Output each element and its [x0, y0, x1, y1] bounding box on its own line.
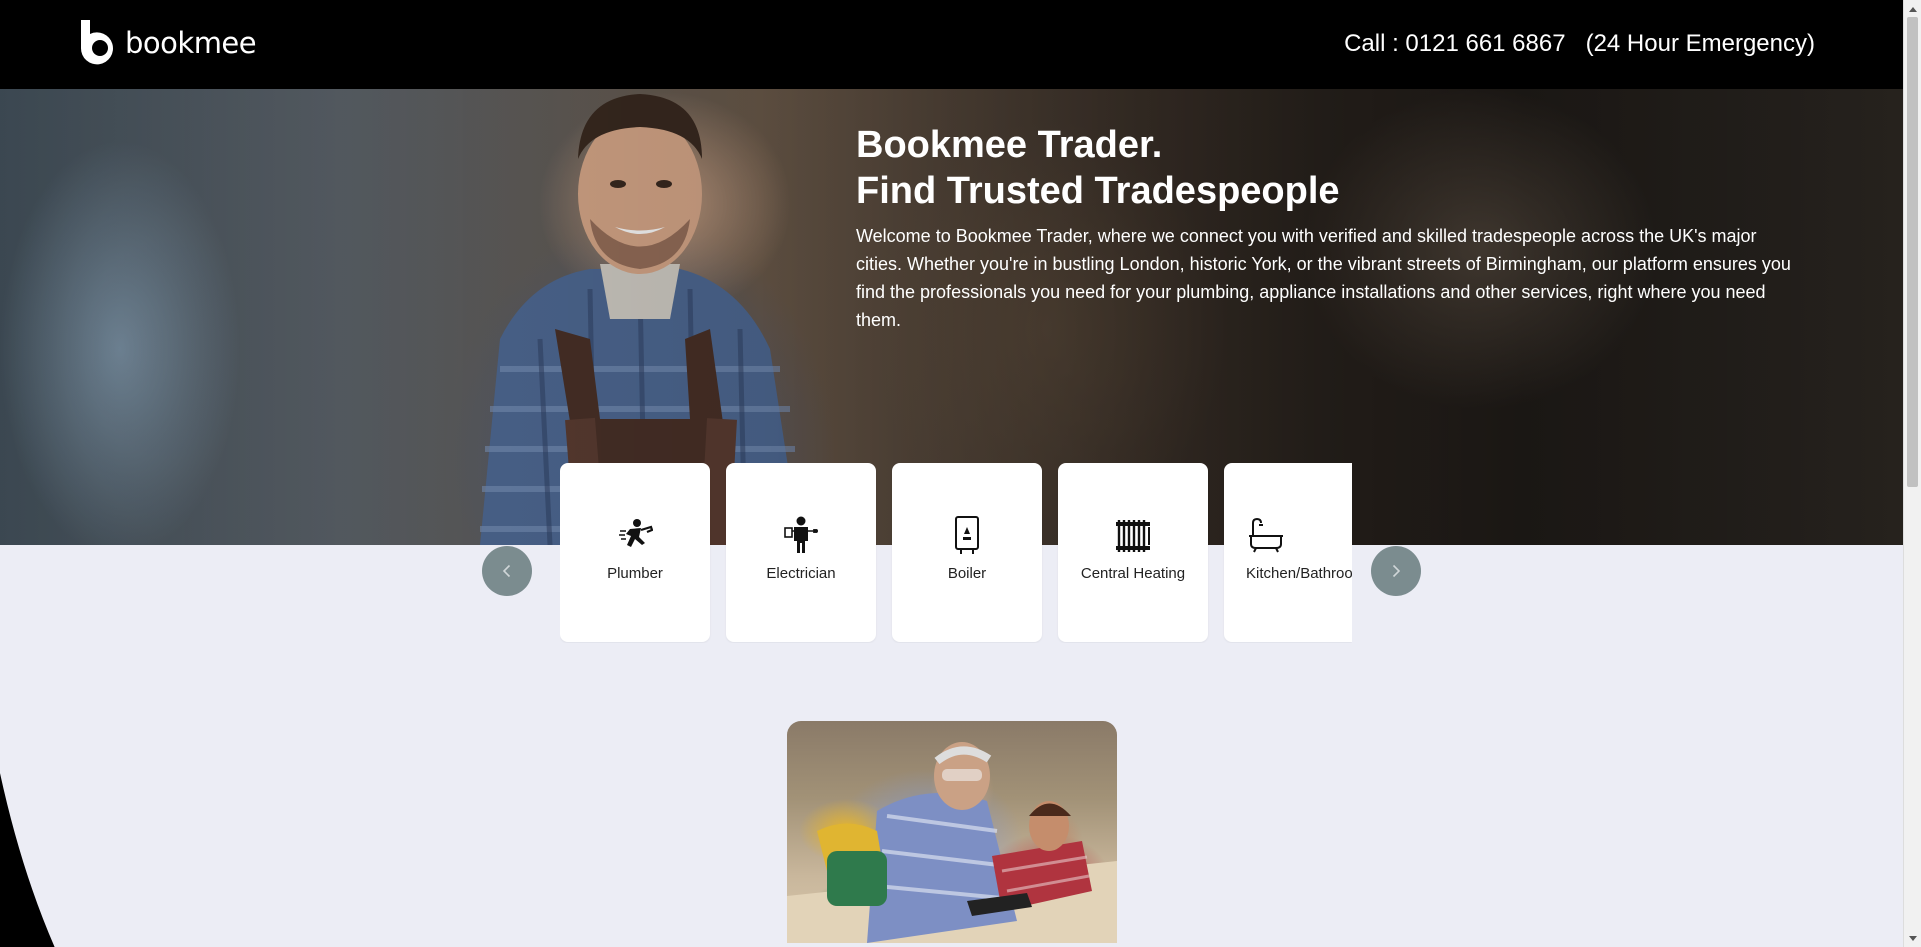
phone-contact[interactable]: Call : 0121 661 6867 (24 Hour Emergency) — [1344, 30, 1815, 58]
phone-number[interactable]: Call : 0121 661 6867 — [1344, 30, 1566, 58]
service-label: Electrician — [766, 565, 836, 582]
service-card-kitchen-bathroom[interactable]: Kitchen/Bathroom — [1224, 463, 1352, 642]
logo[interactable]: bookmee — [79, 20, 257, 66]
hero-title-line-2: Find Trusted Tradespeople — [856, 170, 1340, 212]
decorative-curve — [0, 772, 55, 947]
service-label: Kitchen/Bathroom — [1246, 565, 1352, 582]
service-card-plumber[interactable]: Plumber — [560, 463, 710, 642]
scroll-down-arrow-icon[interactable] — [1904, 930, 1921, 947]
service-carousel: Plumber Electrician Boiler Central Heati… — [560, 463, 1352, 643]
boiler-icon — [947, 515, 987, 555]
scrollbar-thumb[interactable] — [1907, 17, 1918, 487]
logo-text: bookmee — [125, 26, 257, 60]
service-card-central-heating[interactable]: Central Heating — [1058, 463, 1208, 642]
service-card-electrician[interactable]: Electrician — [726, 463, 876, 642]
bathtub-icon — [1246, 515, 1286, 555]
service-label: Boiler — [947, 565, 987, 582]
service-label: Plumber — [607, 565, 663, 582]
workers-illustration — [787, 742, 1117, 943]
scroll-up-arrow-icon[interactable] — [1904, 0, 1921, 17]
radiator-icon — [1113, 515, 1153, 555]
page: bookmee Call : 0121 661 6867 (24 Hour Eme… — [0, 0, 1903, 947]
emergency-note: (24 Hour Emergency) — [1585, 30, 1815, 57]
page-scrollbar[interactable] — [1903, 0, 1921, 947]
workers-image — [787, 721, 1117, 943]
chevron-left-icon — [502, 564, 511, 578]
hero-description: Welcome to Bookmee Trader, where we conn… — [856, 226, 1791, 330]
service-card-boiler[interactable]: Boiler — [892, 463, 1042, 642]
carousel-prev-button[interactable] — [482, 546, 532, 596]
service-label: Central Heating — [1080, 565, 1186, 582]
electrician-icon — [781, 515, 821, 555]
hero-title-line-1: Bookmee Trader. — [856, 124, 1163, 166]
logo-icon — [80, 20, 113, 65]
site-header: bookmee Call : 0121 661 6867 (24 Hour Eme… — [0, 0, 1903, 89]
carousel-next-button[interactable] — [1371, 546, 1421, 596]
chevron-right-icon — [1392, 564, 1401, 578]
plumber-icon — [615, 515, 655, 555]
hero-title: Bookmee Trader. Find Trusted Tradespeopl… — [856, 122, 1340, 214]
